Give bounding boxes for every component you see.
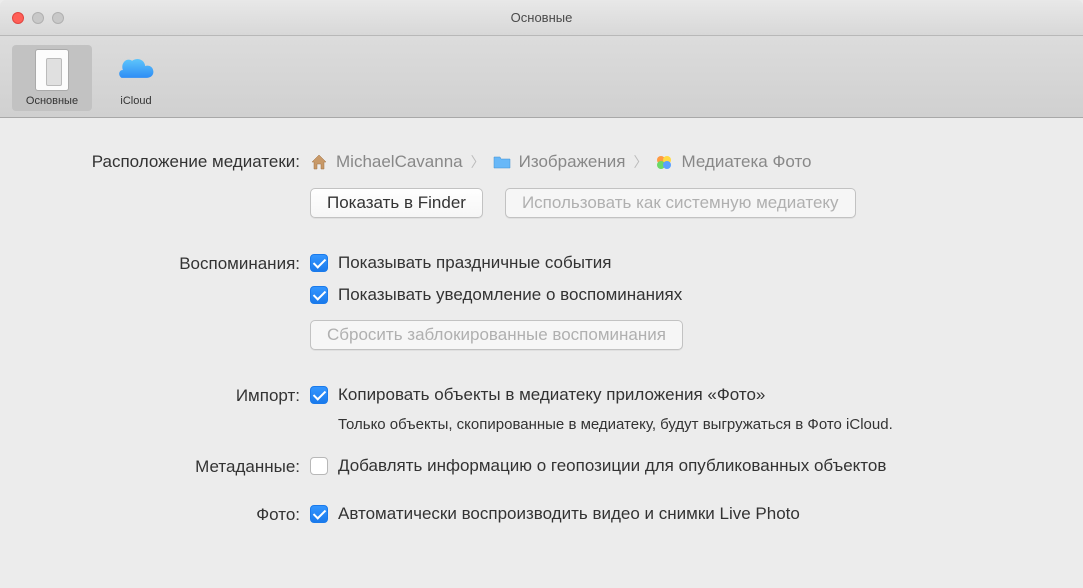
chevron-right-icon: 〉 (471, 148, 485, 176)
window-title: Основные (0, 10, 1083, 25)
copy-items-checkbox[interactable] (310, 386, 328, 404)
show-memories-notifications-label: Показывать уведомление о воспоминаниях (338, 282, 682, 308)
memories-label: Воспоминания: (36, 250, 310, 278)
breadcrumb-home: MichaelCavanna (336, 148, 463, 176)
breadcrumb-folder: Изображения (519, 148, 626, 176)
photos-label: Фото: (36, 501, 310, 529)
show-memories-notifications-checkbox[interactable] (310, 286, 328, 304)
photos-library-icon (655, 154, 673, 170)
import-label: Импорт: (36, 382, 310, 410)
tab-icloud[interactable]: iCloud (96, 45, 176, 111)
home-icon (310, 154, 328, 170)
content: Расположение медиатеки: MichaelCavanna 〉… (0, 118, 1083, 588)
close-button[interactable] (12, 12, 24, 24)
tab-general-label: Основные (26, 95, 78, 107)
folder-icon (493, 154, 511, 170)
breadcrumb-library: Медиатека Фото (681, 148, 811, 176)
autoplay-checkbox[interactable] (310, 505, 328, 523)
library-path-breadcrumb: MichaelCavanna 〉 Изображения 〉 Медиатека… (310, 148, 1047, 176)
import-help-text: Только объекты, скопированные в медиатек… (338, 416, 1047, 433)
location-label: Расположение медиатеки: (36, 148, 310, 176)
show-in-finder-button[interactable]: Показать в Finder (310, 188, 483, 218)
titlebar: Основные (0, 0, 1083, 36)
minimize-button[interactable] (32, 12, 44, 24)
autoplay-label: Автоматически воспроизводить видео и сни… (338, 501, 800, 527)
include-location-label: Добавлять информацию о геопозиции для оп… (338, 453, 886, 479)
toolbar: Основные iCloud (0, 36, 1083, 118)
icloud-icon (115, 49, 157, 91)
tab-icloud-label: iCloud (120, 95, 151, 107)
general-icon (31, 49, 73, 91)
show-holiday-events-label: Показывать праздничные события (338, 250, 611, 276)
copy-items-label: Копировать объекты в медиатеку приложени… (338, 382, 765, 408)
show-holiday-events-checkbox[interactable] (310, 254, 328, 272)
include-location-checkbox[interactable] (310, 457, 328, 475)
tab-general[interactable]: Основные (12, 45, 92, 111)
use-as-system-library-button[interactable]: Использовать как системную медиатеку (505, 188, 856, 218)
maximize-button[interactable] (52, 12, 64, 24)
preferences-window: Основные Основные iClo (0, 0, 1083, 588)
metadata-label: Метаданные: (36, 453, 310, 481)
reset-blocked-memories-button[interactable]: Сбросить заблокированные воспоминания (310, 320, 683, 350)
chevron-right-icon: 〉 (633, 148, 647, 176)
